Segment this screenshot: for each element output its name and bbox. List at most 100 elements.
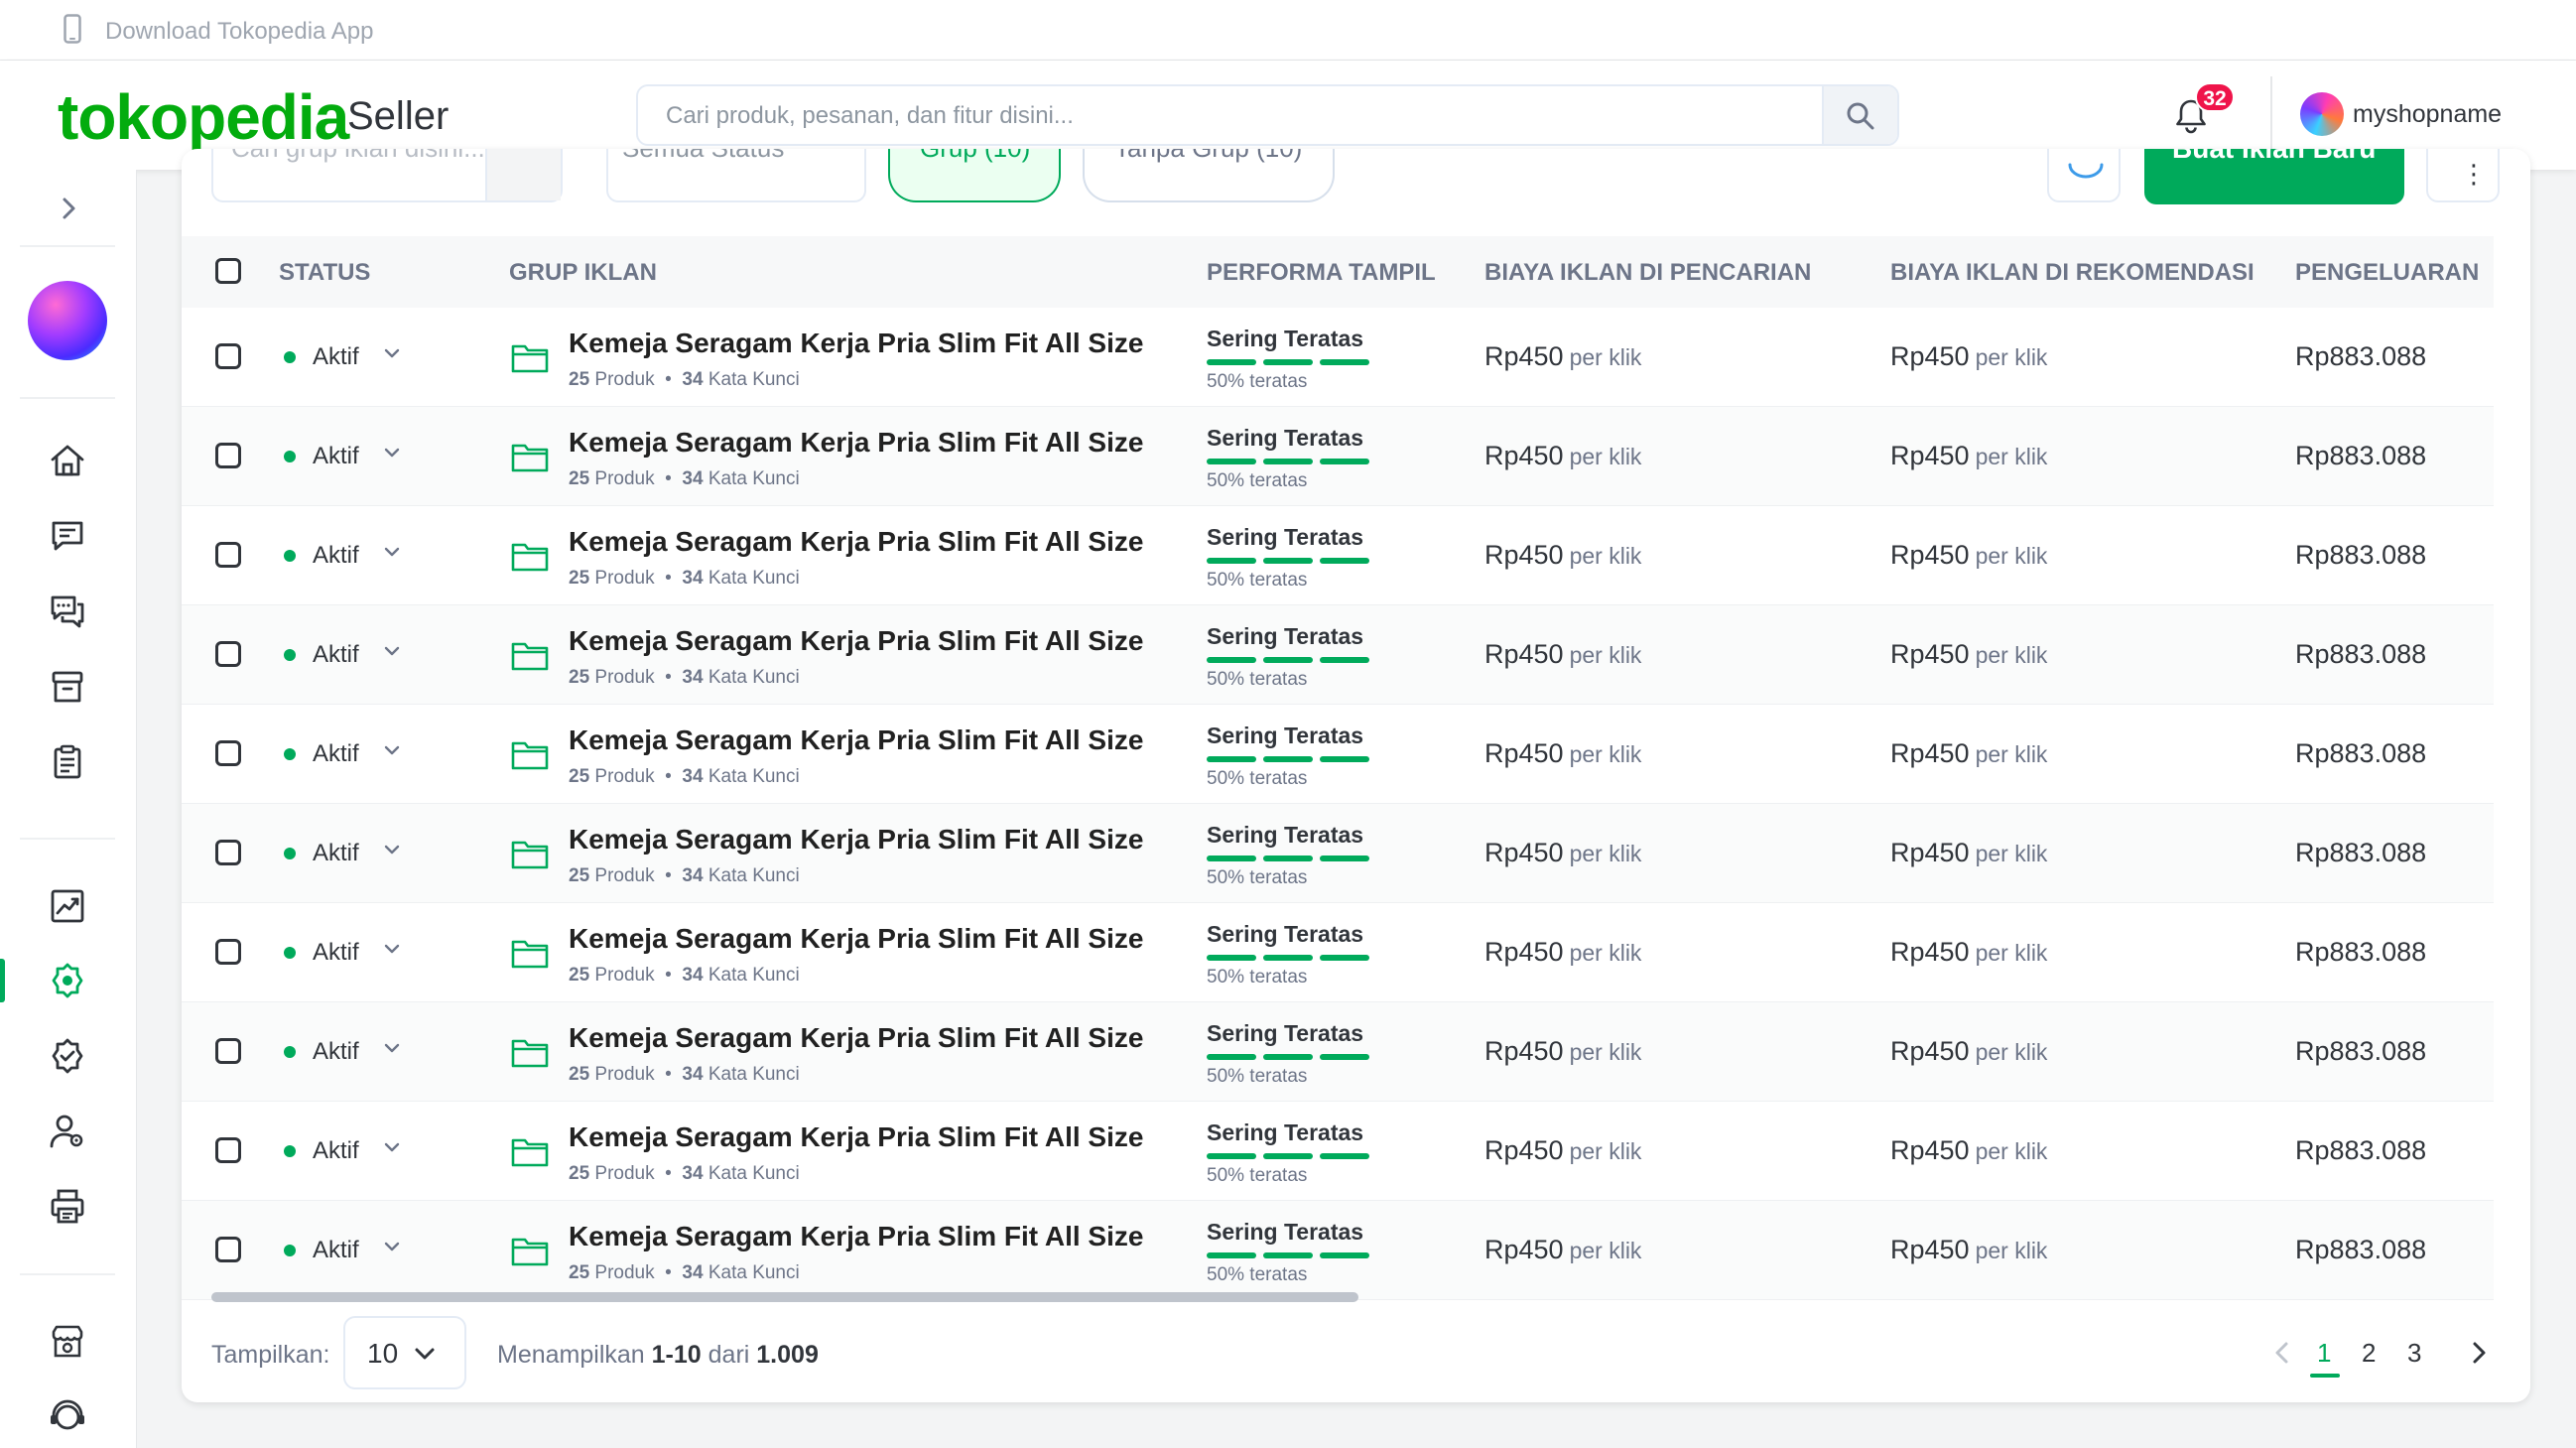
table-row[interactable]: Aktif Kemeja Seragam Kerja Pria Slim Fit…: [182, 903, 2494, 1002]
discussion-icon[interactable]: [48, 592, 87, 631]
reco-cost[interactable]: Rp450 per klik: [1890, 937, 2047, 968]
chevron-down-icon[interactable]: [380, 1235, 404, 1258]
statistics-icon[interactable]: [48, 886, 87, 926]
chevron-down-icon[interactable]: [380, 838, 404, 861]
ads-icon[interactable]: [48, 961, 87, 1000]
shop-name[interactable]: myshopname: [2353, 100, 2502, 129]
status-label[interactable]: Aktif: [313, 1038, 359, 1066]
group-name-link[interactable]: Kemeja Seragam Kerja Pria Slim Fit All S…: [569, 625, 1154, 657]
row-checkbox[interactable]: [215, 542, 241, 568]
chevron-down-icon[interactable]: [380, 1135, 404, 1159]
chip-no-group[interactable]: Tanpa Grup (10): [1083, 149, 1335, 202]
status-label[interactable]: Aktif: [313, 1237, 359, 1264]
shop-avatar[interactable]: [2300, 92, 2344, 136]
status-label[interactable]: Aktif: [313, 740, 359, 768]
chevron-down-icon[interactable]: [380, 540, 404, 564]
search-cost[interactable]: Rp450 per klik: [1484, 441, 1641, 471]
row-checkbox[interactable]: [215, 443, 241, 468]
status-label[interactable]: Aktif: [313, 343, 359, 371]
search-cost[interactable]: Rp450 per klik: [1484, 341, 1641, 372]
row-checkbox[interactable]: [215, 1137, 241, 1163]
row-checkbox[interactable]: [215, 1038, 241, 1064]
status-label[interactable]: Aktif: [313, 1137, 359, 1165]
search-cost[interactable]: Rp450 per klik: [1484, 540, 1641, 571]
chevron-right-icon[interactable]: [2466, 1340, 2492, 1366]
group-name-link[interactable]: Kemeja Seragam Kerja Pria Slim Fit All S…: [569, 824, 1154, 856]
table-row[interactable]: Aktif Kemeja Seragam Kerja Pria Slim Fit…: [182, 1102, 2494, 1201]
chevron-right-icon[interactable]: [54, 194, 83, 223]
more-options-button[interactable]: ⋮: [2426, 149, 2500, 202]
chip-group[interactable]: Grup (10): [888, 149, 1061, 202]
table-row[interactable]: Aktif Kemeja Seragam Kerja Pria Slim Fit…: [182, 1201, 2494, 1300]
column-header-performance[interactable]: PERFORMA TAMPIL: [1207, 259, 1436, 287]
group-name-link[interactable]: Kemeja Seragam Kerja Pria Slim Fit All S…: [569, 328, 1154, 359]
global-search-input[interactable]: [638, 86, 1759, 144]
group-name-link[interactable]: Kemeja Seragam Kerja Pria Slim Fit All S…: [569, 1022, 1154, 1054]
search-cost[interactable]: Rp450 per klik: [1484, 1235, 1641, 1265]
page-size-select[interactable]: 10: [343, 1316, 466, 1389]
reco-cost[interactable]: Rp450 per klik: [1890, 838, 2047, 868]
reco-cost[interactable]: Rp450 per klik: [1890, 738, 2047, 769]
row-checkbox[interactable]: [215, 641, 241, 667]
chat-icon[interactable]: [48, 516, 87, 556]
select-all-checkbox[interactable]: [215, 258, 241, 284]
group-search-field[interactable]: Cari grup iklan disini...: [211, 149, 563, 202]
group-name-link[interactable]: Kemeja Seragam Kerja Pria Slim Fit All S…: [569, 724, 1154, 756]
promotion-icon[interactable]: [48, 1036, 87, 1076]
search-cost[interactable]: Rp450 per klik: [1484, 1135, 1641, 1166]
table-row[interactable]: Aktif Kemeja Seragam Kerja Pria Slim Fit…: [182, 407, 2494, 506]
help-center-icon[interactable]: [48, 1397, 87, 1437]
column-header-search-cost[interactable]: BIAYA IKLAN DI PENCARIAN: [1484, 259, 1811, 287]
table-row[interactable]: Aktif Kemeja Seragam Kerja Pria Slim Fit…: [182, 506, 2494, 605]
column-header-group[interactable]: GRUP IKLAN: [509, 259, 657, 287]
chevron-left-icon[interactable]: [2269, 1340, 2295, 1366]
search-cost[interactable]: Rp450 per klik: [1484, 738, 1641, 769]
chevron-down-icon[interactable]: [380, 937, 404, 961]
search-button[interactable]: [1822, 86, 1897, 144]
table-row[interactable]: Aktif Kemeja Seragam Kerja Pria Slim Fit…: [182, 605, 2494, 705]
chevron-down-icon[interactable]: [380, 341, 404, 365]
status-label[interactable]: Aktif: [313, 939, 359, 967]
reco-cost[interactable]: Rp450 per klik: [1890, 341, 2047, 372]
group-name-link[interactable]: Kemeja Seragam Kerja Pria Slim Fit All S…: [569, 526, 1154, 558]
table-row[interactable]: Aktif Kemeja Seragam Kerja Pria Slim Fit…: [182, 308, 2494, 407]
page-1[interactable]: 1: [2317, 1338, 2331, 1369]
create-ad-button[interactable]: Buat Iklan Baru: [2144, 149, 2404, 204]
product-box-icon[interactable]: [48, 667, 87, 707]
reco-cost[interactable]: Rp450 per klik: [1890, 1036, 2047, 1067]
chevron-down-icon[interactable]: [380, 1036, 404, 1060]
row-checkbox[interactable]: [215, 1237, 241, 1262]
orders-icon[interactable]: [48, 742, 87, 782]
sidebar-shop-avatar[interactable]: [28, 281, 107, 360]
row-checkbox[interactable]: [215, 939, 241, 965]
column-header-reco-cost[interactable]: BIAYA IKLAN DI REKOMENDASI: [1890, 259, 2254, 287]
group-name-link[interactable]: Kemeja Seragam Kerja Pria Slim Fit All S…: [569, 427, 1154, 459]
search-cost[interactable]: Rp450 per klik: [1484, 838, 1641, 868]
reco-cost[interactable]: Rp450 per klik: [1890, 1135, 2047, 1166]
table-row[interactable]: Aktif Kemeja Seragam Kerja Pria Slim Fit…: [182, 1002, 2494, 1102]
table-row[interactable]: Aktif Kemeja Seragam Kerja Pria Slim Fit…: [182, 705, 2494, 804]
row-checkbox[interactable]: [215, 343, 241, 369]
page-3[interactable]: 3: [2407, 1338, 2421, 1369]
refresh-button[interactable]: [2047, 149, 2121, 202]
chevron-down-icon[interactable]: [380, 441, 404, 464]
status-label[interactable]: Aktif: [313, 542, 359, 570]
home-icon[interactable]: [48, 441, 87, 480]
reco-cost[interactable]: Rp450 per klik: [1890, 540, 2047, 571]
row-checkbox[interactable]: [215, 840, 241, 865]
status-filter-dropdown[interactable]: Semua Status: [606, 149, 866, 202]
column-header-status[interactable]: STATUS: [279, 259, 370, 287]
reco-cost[interactable]: Rp450 per klik: [1890, 441, 2047, 471]
reco-cost[interactable]: Rp450 per klik: [1890, 639, 2047, 670]
row-checkbox[interactable]: [215, 740, 241, 766]
status-label[interactable]: Aktif: [313, 641, 359, 669]
group-name-link[interactable]: Kemeja Seragam Kerja Pria Slim Fit All S…: [569, 1221, 1154, 1252]
download-app-bar[interactable]: Download Tokopedia App: [0, 0, 2576, 61]
status-label[interactable]: Aktif: [313, 840, 359, 867]
reco-cost[interactable]: Rp450 per klik: [1890, 1235, 2047, 1265]
chevron-down-icon[interactable]: [380, 639, 404, 663]
table-row[interactable]: Aktif Kemeja Seragam Kerja Pria Slim Fit…: [182, 804, 2494, 903]
column-header-spend[interactable]: PENGELUARAN: [2295, 259, 2479, 287]
search-cost[interactable]: Rp450 per klik: [1484, 937, 1641, 968]
group-name-link[interactable]: Kemeja Seragam Kerja Pria Slim Fit All S…: [569, 923, 1154, 955]
